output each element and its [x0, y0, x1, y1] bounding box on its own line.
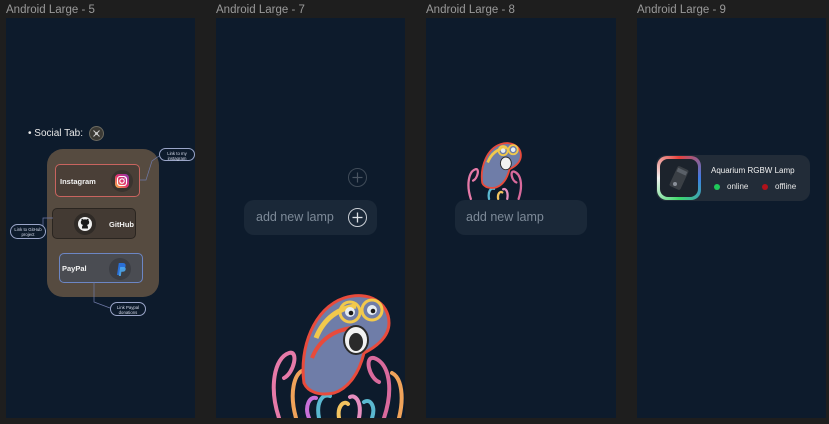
paypal-icon	[109, 258, 131, 280]
online-status-label: online	[727, 182, 749, 191]
instagram-icon	[111, 170, 133, 192]
paypal-label: PayPal	[62, 264, 87, 273]
online-status-dot	[714, 184, 720, 190]
lamp-icon	[660, 159, 698, 197]
social-tab-icon	[89, 126, 104, 141]
plus-icon[interactable]	[348, 168, 367, 187]
add-new-lamp-bar[interactable]: add new lamp	[244, 200, 377, 235]
lamp-thumbnail	[657, 156, 701, 200]
frame-android-large-7: add new lamp	[216, 18, 405, 418]
instagram-card[interactable]: Instagram	[55, 164, 140, 197]
social-panel: Instagram GitHub PayPal	[47, 149, 159, 297]
github-label: GitHub	[109, 220, 134, 229]
frame-android-large-5: • Social Tab: Instagram GitHub PayPal Li…	[6, 18, 195, 418]
fish-illustration	[271, 294, 404, 418]
frame-title-android-large-7: Android Large - 7	[216, 4, 305, 16]
frame-title-android-large-8: Android Large - 8	[426, 4, 515, 16]
frame-android-large-9: Aquarium RGBW Lamp online offline	[637, 18, 826, 418]
add-new-lamp-text: add new lamp	[466, 210, 544, 224]
instagram-link-bubble: Link to my instagram	[159, 148, 195, 161]
paypal-link-bubble: Link Paypal donations	[110, 302, 146, 316]
lamp-card[interactable]: Aquarium RGBW Lamp online offline	[656, 155, 810, 201]
frame-android-large-8: add new lamp	[426, 18, 616, 418]
add-lamp-plus-icon[interactable]	[348, 208, 367, 227]
github-icon	[74, 213, 96, 235]
offline-status-dot	[762, 184, 768, 190]
fish-illustration-small	[467, 142, 523, 200]
paypal-card[interactable]: PayPal	[59, 253, 143, 283]
social-tab-label: • Social Tab:	[28, 128, 84, 139]
add-new-lamp-text: add new lamp	[256, 210, 334, 224]
offline-status-label: offline	[775, 182, 797, 191]
github-card[interactable]: GitHub	[52, 208, 136, 239]
frame-title-android-large-9: Android Large - 9	[637, 4, 726, 16]
lamp-name: Aquarium RGBW Lamp	[711, 166, 795, 175]
instagram-label: Instagram	[60, 177, 96, 186]
frame-title-android-large-5: Android Large - 5	[6, 4, 95, 16]
github-link-bubble: Link to GitHub project	[10, 224, 46, 239]
add-new-lamp-bar[interactable]: add new lamp	[455, 200, 587, 235]
